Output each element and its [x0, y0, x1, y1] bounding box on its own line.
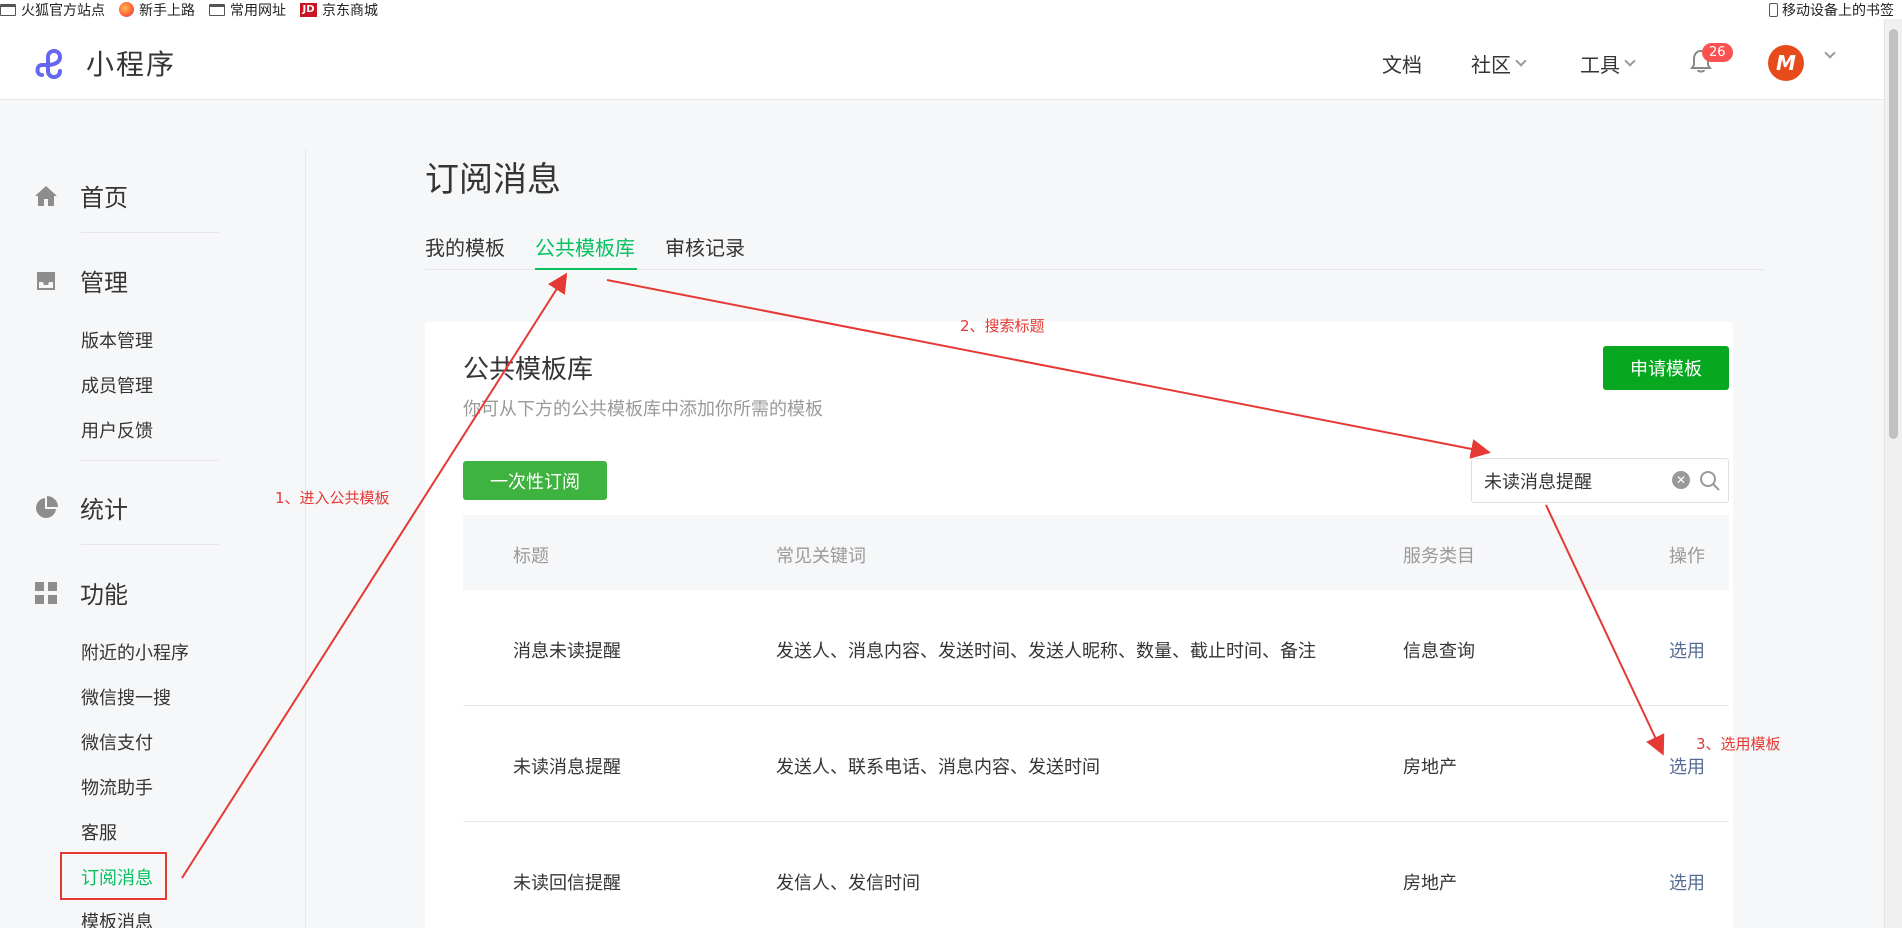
sidebar-label-home: 首页	[80, 184, 128, 212]
chevron-down-icon	[1515, 54, 1527, 67]
annotation-highlight-box	[60, 852, 167, 900]
sidebar-item-nearby[interactable]: 附近的小程序	[81, 639, 189, 665]
miniprogram-logo-icon	[35, 49, 63, 79]
nav-docs[interactable]: 文档	[1382, 49, 1422, 78]
public-library-card: 公共模板库 你可从下方的公共模板库中添加你所需的模板 申请模板 一次性订阅 ✕ …	[425, 322, 1733, 928]
sidebar-label-manage: 管理	[80, 269, 128, 297]
table-row: 未读消息提醒 发送人、联系电话、消息内容、发送时间 房地产 选用	[463, 706, 1729, 822]
chevron-down-icon[interactable]	[1824, 47, 1836, 59]
row-category: 房地产	[1403, 873, 1457, 894]
sidebar-item-features[interactable]: 功能	[34, 575, 128, 610]
card-description: 你可从下方的公共模板库中添加你所需的模板	[463, 399, 823, 420]
nav-community[interactable]: 社区	[1471, 49, 1527, 78]
row-keywords: 发信人、发信时间	[776, 873, 920, 894]
tab-bar: 我的模板 公共模板库 审核记录	[425, 220, 1765, 270]
sidebar-item-search[interactable]: 微信搜一搜	[81, 684, 171, 710]
page-scrollbar[interactable]	[1884, 19, 1902, 928]
select-link[interactable]: 选用	[1669, 753, 1705, 779]
folder-icon	[0, 3, 16, 16]
row-title: 未读回信提醒	[513, 873, 621, 894]
nav-tools[interactable]: 工具	[1580, 49, 1636, 78]
sidebar-item-template[interactable]: 模板消息	[81, 908, 153, 928]
one-time-subscribe-button[interactable]: 一次性订阅	[463, 461, 607, 500]
table-row: 未读回信提醒 发信人、发信时间 房地产 选用	[463, 822, 1729, 928]
tab-my-templates[interactable]: 我的模板	[425, 232, 505, 261]
mobile-bookmarks[interactable]: 移动设备上的书签	[1769, 0, 1894, 20]
bookmark-item[interactable]: 新手上路	[119, 0, 195, 20]
folder-icon	[209, 3, 225, 16]
top-header: 小程序 文档 社区 工具 26 M	[0, 19, 1884, 100]
phone-icon	[1769, 3, 1778, 17]
bookmarks-bar: 火狐官方站点 新手上路 常用网址 JD 京东商城 移动设备上的书签	[0, 0, 1902, 19]
sidebar-item-stats[interactable]: 统计	[34, 490, 128, 525]
card-title: 公共模板库	[463, 355, 594, 385]
search-input[interactable]	[1484, 469, 1664, 493]
sidebar-label-features: 功能	[80, 581, 128, 609]
bookmark-label: 新手上路	[139, 2, 195, 19]
tab-review-records[interactable]: 审核记录	[665, 232, 745, 261]
row-category: 房地产	[1403, 757, 1457, 778]
row-keywords: 发送人、消息内容、发送时间、发送人昵称、数量、截止时间、备注	[776, 641, 1316, 662]
scrollbar-thumb[interactable]	[1889, 29, 1898, 439]
bookmark-label: 常用网址	[230, 2, 286, 19]
bookmark-item[interactable]: JD 京东商城	[300, 0, 378, 20]
grid-icon	[35, 581, 57, 604]
nav-tools-label: 工具	[1580, 53, 1620, 77]
apply-template-button[interactable]: 申请模板	[1603, 346, 1729, 390]
row-title: 消息未读提醒	[513, 641, 621, 662]
divider	[81, 544, 219, 545]
avatar[interactable]: M	[1768, 45, 1804, 81]
jd-icon: JD	[300, 2, 317, 17]
col-header-title: 标题	[513, 546, 549, 567]
annotation-step3: 3、选用模板	[1696, 735, 1781, 753]
select-link[interactable]: 选用	[1669, 637, 1705, 663]
row-title: 未读消息提醒	[513, 757, 621, 778]
col-header-action: 操作	[1669, 546, 1705, 567]
search-box: ✕	[1471, 458, 1729, 503]
sidebar-item-service[interactable]: 客服	[81, 819, 117, 845]
tab-public-library[interactable]: 公共模板库	[535, 232, 635, 261]
col-header-keywords: 常见关键词	[776, 546, 866, 567]
clear-icon[interactable]: ✕	[1672, 471, 1690, 489]
mobile-bookmarks-label: 移动设备上的书签	[1782, 3, 1894, 19]
sidebar-item-pay[interactable]: 微信支付	[81, 729, 153, 755]
search-icon[interactable]	[1698, 469, 1722, 493]
row-category: 信息查询	[1403, 641, 1475, 662]
divider	[81, 232, 219, 233]
chevron-down-icon	[1624, 54, 1636, 67]
bookmark-item[interactable]: 火狐官方站点	[0, 0, 105, 20]
divider	[81, 460, 219, 461]
home-icon	[35, 185, 57, 206]
sidebar-item-home[interactable]: 首页	[34, 178, 128, 213]
nav-community-label: 社区	[1471, 53, 1511, 77]
annotation-step2: 2、搜索标题	[960, 317, 1045, 335]
row-keywords: 发送人、联系电话、消息内容、发送时间	[776, 757, 1100, 778]
bookmark-item[interactable]: 常用网址	[209, 0, 286, 20]
table-header: 标题 常见关键词 服务类目 操作	[463, 515, 1729, 590]
col-header-category: 服务类目	[1403, 546, 1475, 567]
notification-badge: 26	[1702, 43, 1733, 62]
active-tab-indicator	[535, 268, 637, 270]
nav-docs-label: 文档	[1382, 53, 1422, 77]
sidebar-divider	[305, 150, 306, 928]
inbox-icon	[37, 271, 55, 290]
sidebar-item-version[interactable]: 版本管理	[81, 327, 153, 353]
template-table: 标题 常见关键词 服务类目 操作 消息未读提醒 发送人、消息内容、发送时间、发送…	[463, 515, 1729, 928]
page-title: 订阅消息	[425, 160, 561, 200]
annotation-step1: 1、进入公共模板	[275, 489, 390, 507]
firefox-icon	[119, 2, 134, 17]
sidebar-item-logistics[interactable]: 物流助手	[81, 774, 153, 800]
bookmark-label: 火狐官方站点	[21, 2, 105, 19]
pie-chart-icon	[36, 495, 58, 518]
sidebar-item-feedback[interactable]: 用户反馈	[81, 417, 153, 443]
select-link[interactable]: 选用	[1669, 869, 1705, 895]
sidebar-label-stats: 统计	[80, 496, 128, 524]
sidebar-item-members[interactable]: 成员管理	[81, 372, 153, 398]
bookmark-label: 京东商城	[322, 2, 378, 19]
sidebar-item-manage[interactable]: 管理	[34, 263, 128, 298]
app-name: 小程序	[86, 48, 177, 81]
table-row: 消息未读提醒 发送人、消息内容、发送时间、发送人昵称、数量、截止时间、备注 信息…	[463, 590, 1729, 706]
logo[interactable]: 小程序	[34, 43, 176, 83]
